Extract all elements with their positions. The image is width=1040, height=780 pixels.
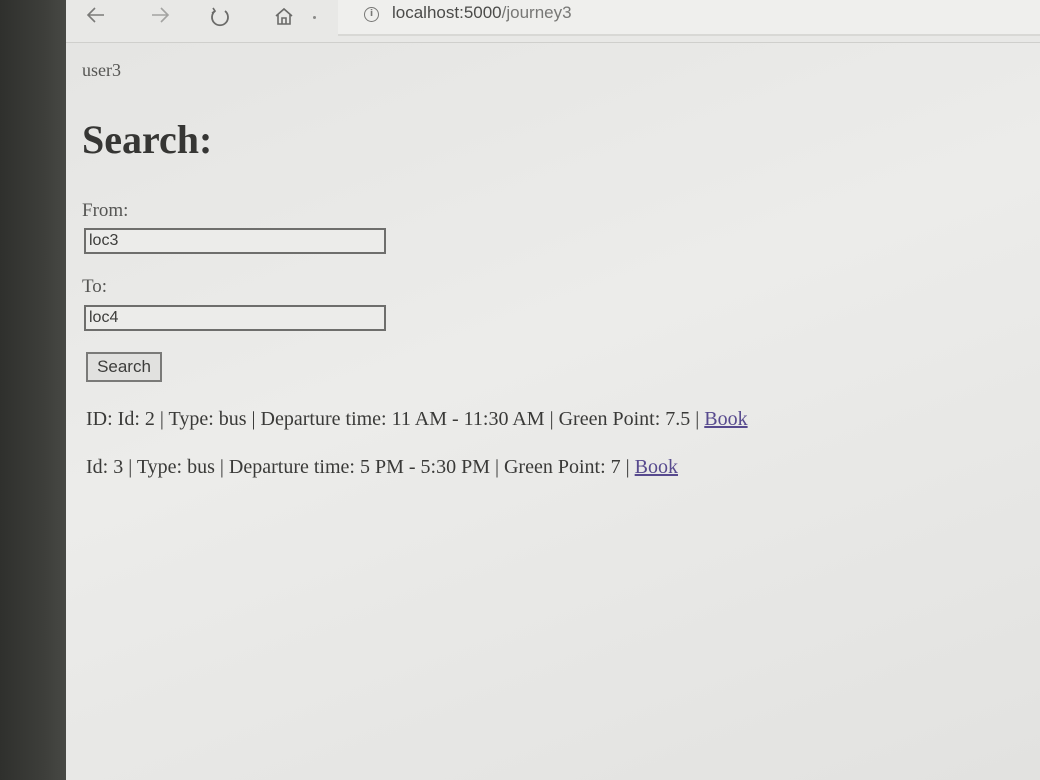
to-input[interactable] xyxy=(84,305,386,331)
page-content: user3 Search: From: To: Search ID: Id: 2… xyxy=(66,0,1040,780)
monitor-bezel xyxy=(0,0,72,780)
username: user3 xyxy=(82,60,121,80)
from-label: From: xyxy=(82,200,129,221)
book-link[interactable]: Book xyxy=(635,456,678,478)
to-label: To: xyxy=(82,276,108,297)
browser-window: i localhost:5000/journey3 user3 Search: … xyxy=(66,0,1040,780)
from-input[interactable] xyxy=(84,228,386,254)
page-title: Search: xyxy=(82,117,213,162)
result-text: Id: 3 | Type: bus | Departure time: 5 PM… xyxy=(86,456,630,478)
result-item: Id: 3 | Type: bus | Departure time: 5 PM… xyxy=(86,456,678,479)
result-text: ID: Id: 2 | Type: bus | Departure time: … xyxy=(86,408,700,430)
book-link[interactable]: Book xyxy=(704,408,747,430)
search-button[interactable]: Search xyxy=(86,352,162,382)
result-item: ID: Id: 2 | Type: bus | Departure time: … xyxy=(86,408,748,431)
